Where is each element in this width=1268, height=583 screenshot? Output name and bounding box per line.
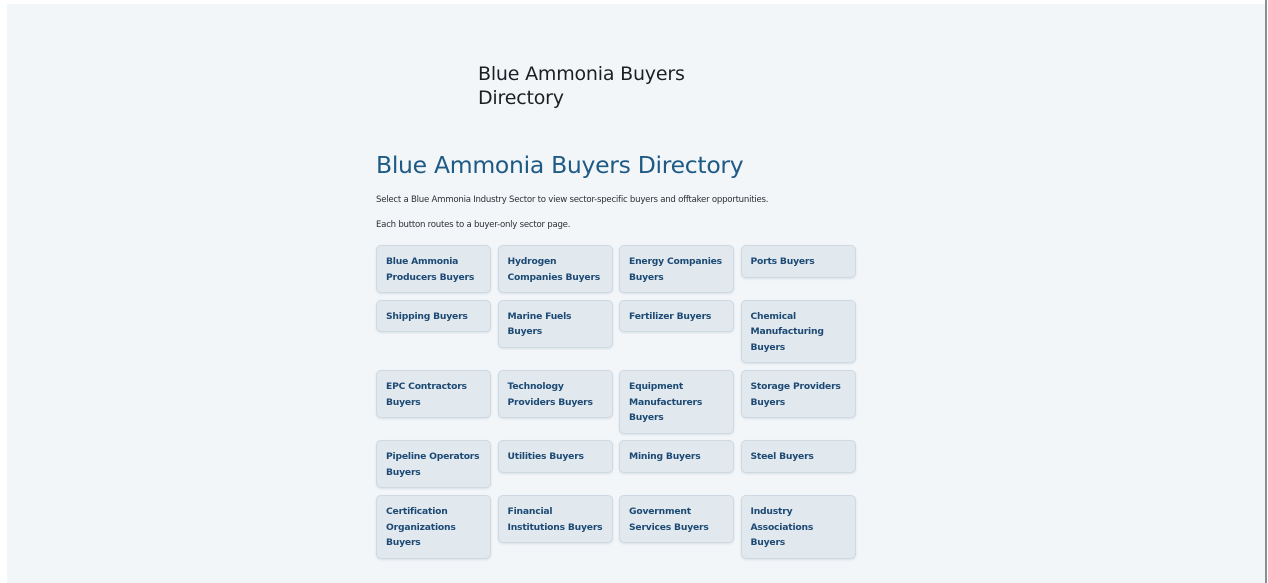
page-description: Select a Blue Ammonia Industry Sector to… bbox=[376, 195, 769, 205]
main-content: Blue Ammonia Buyers Directory Select a B… bbox=[376, 150, 866, 559]
sector-button-ports[interactable]: Ports Buyers bbox=[740, 245, 856, 278]
sector-button-financial-institutions[interactable]: Financial Institutions Buyers bbox=[497, 494, 613, 544]
sector-button-technology-providers[interactable]: Technology Providers Buyers bbox=[497, 369, 613, 419]
sector-button-chemical-manufacturing[interactable]: Chemical Manufacturing Buyers bbox=[740, 299, 856, 364]
sector-button-pipeline-operators[interactable]: Pipeline Operators Buyers bbox=[376, 440, 491, 489]
sector-button-certification-organizations[interactable]: Certification Organizations Buyers bbox=[376, 494, 491, 559]
site-title: Blue Ammonia Buyers Directory bbox=[478, 63, 685, 109]
sector-button-mining[interactable]: Mining Buyers bbox=[619, 440, 734, 473]
sector-button-utilities[interactable]: Utilities Buyers bbox=[497, 440, 613, 473]
sector-button-marine-fuels[interactable]: Marine Fuels Buyers bbox=[497, 299, 613, 348]
page-note: Each button routes to a buyer-only secto… bbox=[376, 220, 571, 230]
sector-button-grid: Blue Ammonia Producers Buyers Hydrogen C… bbox=[376, 245, 856, 559]
scrollbar-thumb[interactable] bbox=[1265, 0, 1267, 583]
sector-button-blue-ammonia-producers[interactable]: Blue Ammonia Producers Buyers bbox=[376, 245, 491, 294]
sector-button-industry-associations[interactable]: Industry Associations Buyers bbox=[740, 494, 856, 559]
sector-button-epc-contractors[interactable]: EPC Contractors Buyers bbox=[376, 369, 491, 419]
sector-button-government-services[interactable]: Government Services Buyers bbox=[619, 494, 734, 544]
sector-button-steel[interactable]: Steel Buyers bbox=[740, 440, 856, 473]
sector-button-storage-providers[interactable]: Storage Providers Buyers bbox=[740, 369, 856, 419]
sector-button-shipping[interactable]: Shipping Buyers bbox=[376, 299, 491, 333]
sector-button-energy-companies[interactable]: Energy Companies Buyers bbox=[619, 245, 734, 294]
page-heading: Blue Ammonia Buyers Directory bbox=[376, 151, 744, 179]
sector-button-equipment-manufacturers[interactable]: Equipment Manufacturers Buyers bbox=[619, 369, 734, 434]
sector-button-fertilizer[interactable]: Fertilizer Buyers bbox=[619, 299, 734, 333]
sector-button-hydrogen-companies[interactable]: Hydrogen Companies Buyers bbox=[497, 245, 613, 294]
